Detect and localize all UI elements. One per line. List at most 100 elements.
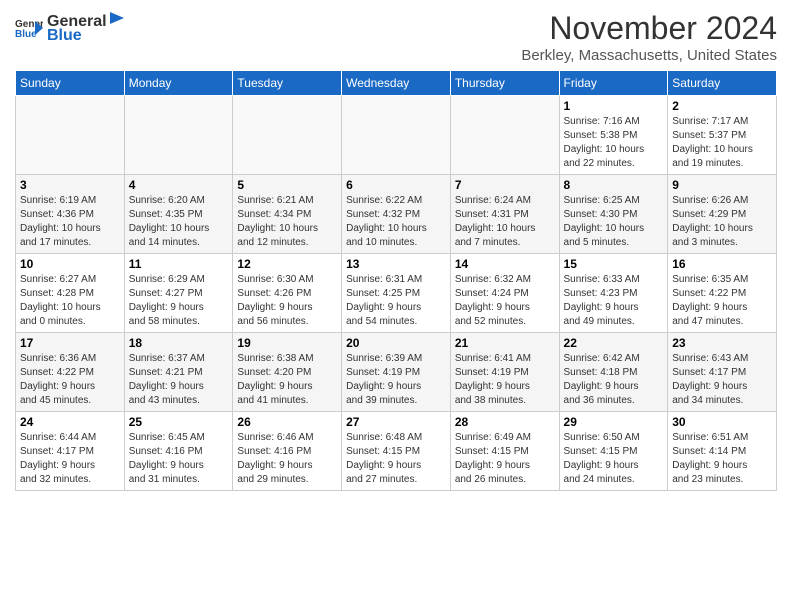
day-number: 10 — [20, 257, 120, 271]
logo-flag-icon — [108, 10, 126, 26]
calendar-header-sunday: Sunday — [16, 71, 125, 96]
day-info: Sunrise: 7:17 AM Sunset: 5:37 PM Dayligh… — [672, 115, 772, 171]
day-info: Sunrise: 6:36 AM Sunset: 4:22 PM Dayligh… — [20, 352, 120, 408]
logo: General Blue General Blue — [15, 10, 127, 45]
day-number: 5 — [237, 178, 337, 192]
calendar-cell: 2 Sunrise: 7:17 AM Sunset: 5:37 PM Daylig… — [668, 96, 777, 175]
day-number: 15 — [564, 257, 664, 271]
calendar-cell: 4 Sunrise: 6:20 AM Sunset: 4:35 PM Daylig… — [124, 175, 233, 254]
calendar-cell: 30Sunrise: 6:51 AM Sunset: 4:14 PM Dayli… — [668, 412, 777, 491]
calendar-header-friday: Friday — [559, 71, 668, 96]
title-area: November 2024 Berkley, Massachusetts, Un… — [521, 10, 777, 64]
day-info: Sunrise: 6:38 AM Sunset: 4:20 PM Dayligh… — [237, 352, 337, 408]
calendar-cell: 29 Sunrise: 6:50 AM Sunset: 4:15 PM Dayli… — [559, 412, 668, 491]
day-info: Sunrise: 6:20 AM Sunset: 4:35 PM Dayligh… — [129, 194, 229, 250]
day-info: Sunrise: 6:31 AM Sunset: 4:25 PM Dayligh… — [346, 273, 446, 329]
day-number: 28 — [455, 415, 555, 429]
calendar-cell: 19 Sunrise: 6:38 AM Sunset: 4:20 PM Dayli… — [233, 333, 342, 412]
day-info: Sunrise: 6:26 AM Sunset: 4:29 PM Dayligh… — [672, 194, 772, 250]
day-number: 16 — [672, 257, 772, 271]
calendar-week-row: 24 Sunrise: 6:44 AM Sunset: 4:17 PM Dayli… — [16, 412, 777, 491]
day-number: 8 — [564, 178, 664, 192]
day-number: 4 — [129, 178, 229, 192]
day-number: 17 — [20, 336, 120, 350]
calendar-cell: 15 Sunrise: 6:33 AM Sunset: 4:23 PM Dayli… — [559, 254, 668, 333]
day-number: 22 — [564, 336, 664, 350]
day-info: Sunrise: 6:35 AM Sunset: 4:22 PM Dayligh… — [672, 273, 772, 329]
day-info: Sunrise: 6:33 AM Sunset: 4:23 PM Dayligh… — [564, 273, 664, 329]
calendar-cell — [450, 96, 559, 175]
day-info: Sunrise: 6:37 AM Sunset: 4:21 PM Dayligh… — [129, 352, 229, 408]
day-number: 21 — [455, 336, 555, 350]
day-info: Sunrise: 6:19 AM Sunset: 4:36 PM Dayligh… — [20, 194, 120, 250]
day-info: Sunrise: 6:44 AM Sunset: 4:17 PM Dayligh… — [20, 431, 120, 487]
day-info: Sunrise: 6:46 AM Sunset: 4:16 PM Dayligh… — [237, 431, 337, 487]
calendar-cell: 10 Sunrise: 6:27 AM Sunset: 4:28 PM Dayli… — [16, 254, 125, 333]
calendar-header-saturday: Saturday — [668, 71, 777, 96]
day-number: 29 — [564, 415, 664, 429]
day-number: 7 — [455, 178, 555, 192]
calendar-header-monday: Monday — [124, 71, 233, 96]
calendar-cell: 7Sunrise: 6:24 AM Sunset: 4:31 PM Daylig… — [450, 175, 559, 254]
calendar-header-tuesday: Tuesday — [233, 71, 342, 96]
day-info: Sunrise: 6:32 AM Sunset: 4:24 PM Dayligh… — [455, 273, 555, 329]
calendar: SundayMondayTuesdayWednesdayThursdayFrid… — [15, 70, 777, 491]
calendar-cell: 9Sunrise: 6:26 AM Sunset: 4:29 PM Daylig… — [668, 175, 777, 254]
day-info: Sunrise: 6:49 AM Sunset: 4:15 PM Dayligh… — [455, 431, 555, 487]
calendar-cell: 3 Sunrise: 6:19 AM Sunset: 4:36 PM Daylig… — [16, 175, 125, 254]
day-info: Sunrise: 6:39 AM Sunset: 4:19 PM Dayligh… — [346, 352, 446, 408]
calendar-cell: 13 Sunrise: 6:31 AM Sunset: 4:25 PM Dayli… — [342, 254, 451, 333]
day-number: 19 — [237, 336, 337, 350]
day-info: Sunrise: 6:51 AM Sunset: 4:14 PM Dayligh… — [672, 431, 772, 487]
calendar-header-thursday: Thursday — [450, 71, 559, 96]
day-number: 11 — [129, 257, 229, 271]
day-info: Sunrise: 6:29 AM Sunset: 4:27 PM Dayligh… — [129, 273, 229, 329]
calendar-cell: 8 Sunrise: 6:25 AM Sunset: 4:30 PM Daylig… — [559, 175, 668, 254]
calendar-week-row: 1Sunrise: 7:16 AM Sunset: 5:38 PM Daylig… — [16, 96, 777, 175]
day-info: Sunrise: 6:30 AM Sunset: 4:26 PM Dayligh… — [237, 273, 337, 329]
calendar-week-row: 10 Sunrise: 6:27 AM Sunset: 4:28 PM Dayli… — [16, 254, 777, 333]
calendar-header-wednesday: Wednesday — [342, 71, 451, 96]
calendar-cell: 23 Sunrise: 6:43 AM Sunset: 4:17 PM Dayli… — [668, 333, 777, 412]
day-number: 13 — [346, 257, 446, 271]
day-info: Sunrise: 6:25 AM Sunset: 4:30 PM Dayligh… — [564, 194, 664, 250]
day-number: 24 — [20, 415, 120, 429]
day-info: Sunrise: 6:27 AM Sunset: 4:28 PM Dayligh… — [20, 273, 120, 329]
header: General Blue General Blue November 2024 … — [15, 10, 777, 64]
day-info: Sunrise: 6:21 AM Sunset: 4:34 PM Dayligh… — [237, 194, 337, 250]
day-number: 14 — [455, 257, 555, 271]
day-number: 3 — [20, 178, 120, 192]
logo-icon: General Blue — [15, 17, 43, 39]
day-info: Sunrise: 6:48 AM Sunset: 4:15 PM Dayligh… — [346, 431, 446, 487]
calendar-cell: 5 Sunrise: 6:21 AM Sunset: 4:34 PM Daylig… — [233, 175, 342, 254]
calendar-cell: 22 Sunrise: 6:42 AM Sunset: 4:18 PM Dayli… — [559, 333, 668, 412]
day-number: 25 — [129, 415, 229, 429]
day-number: 12 — [237, 257, 337, 271]
day-number: 18 — [129, 336, 229, 350]
calendar-cell: 16 Sunrise: 6:35 AM Sunset: 4:22 PM Dayli… — [668, 254, 777, 333]
day-info: Sunrise: 6:42 AM Sunset: 4:18 PM Dayligh… — [564, 352, 664, 408]
day-number: 27 — [346, 415, 446, 429]
calendar-cell: 21Sunrise: 6:41 AM Sunset: 4:19 PM Dayli… — [450, 333, 559, 412]
day-info: Sunrise: 6:43 AM Sunset: 4:17 PM Dayligh… — [672, 352, 772, 408]
day-number: 23 — [672, 336, 772, 350]
calendar-cell — [233, 96, 342, 175]
day-number: 6 — [346, 178, 446, 192]
calendar-week-row: 3 Sunrise: 6:19 AM Sunset: 4:36 PM Daylig… — [16, 175, 777, 254]
calendar-cell: 6 Sunrise: 6:22 AM Sunset: 4:32 PM Daylig… — [342, 175, 451, 254]
calendar-cell: 14 Sunrise: 6:32 AM Sunset: 4:24 PM Dayli… — [450, 254, 559, 333]
calendar-cell: 24 Sunrise: 6:44 AM Sunset: 4:17 PM Dayli… — [16, 412, 125, 491]
calendar-cell: 12 Sunrise: 6:30 AM Sunset: 4:26 PM Dayli… — [233, 254, 342, 333]
calendar-cell: 1Sunrise: 7:16 AM Sunset: 5:38 PM Daylig… — [559, 96, 668, 175]
day-info: Sunrise: 6:22 AM Sunset: 4:32 PM Dayligh… — [346, 194, 446, 250]
calendar-cell — [16, 96, 125, 175]
day-info: Sunrise: 6:45 AM Sunset: 4:16 PM Dayligh… — [129, 431, 229, 487]
day-number: 2 — [672, 99, 772, 113]
calendar-cell: 17 Sunrise: 6:36 AM Sunset: 4:22 PM Dayli… — [16, 333, 125, 412]
day-info: Sunrise: 6:50 AM Sunset: 4:15 PM Dayligh… — [564, 431, 664, 487]
calendar-cell: 26 Sunrise: 6:46 AM Sunset: 4:16 PM Dayli… — [233, 412, 342, 491]
calendar-cell: 28 Sunrise: 6:49 AM Sunset: 4:15 PM Dayli… — [450, 412, 559, 491]
day-number: 26 — [237, 415, 337, 429]
day-number: 20 — [346, 336, 446, 350]
day-info: Sunrise: 7:16 AM Sunset: 5:38 PM Dayligh… — [564, 115, 664, 171]
